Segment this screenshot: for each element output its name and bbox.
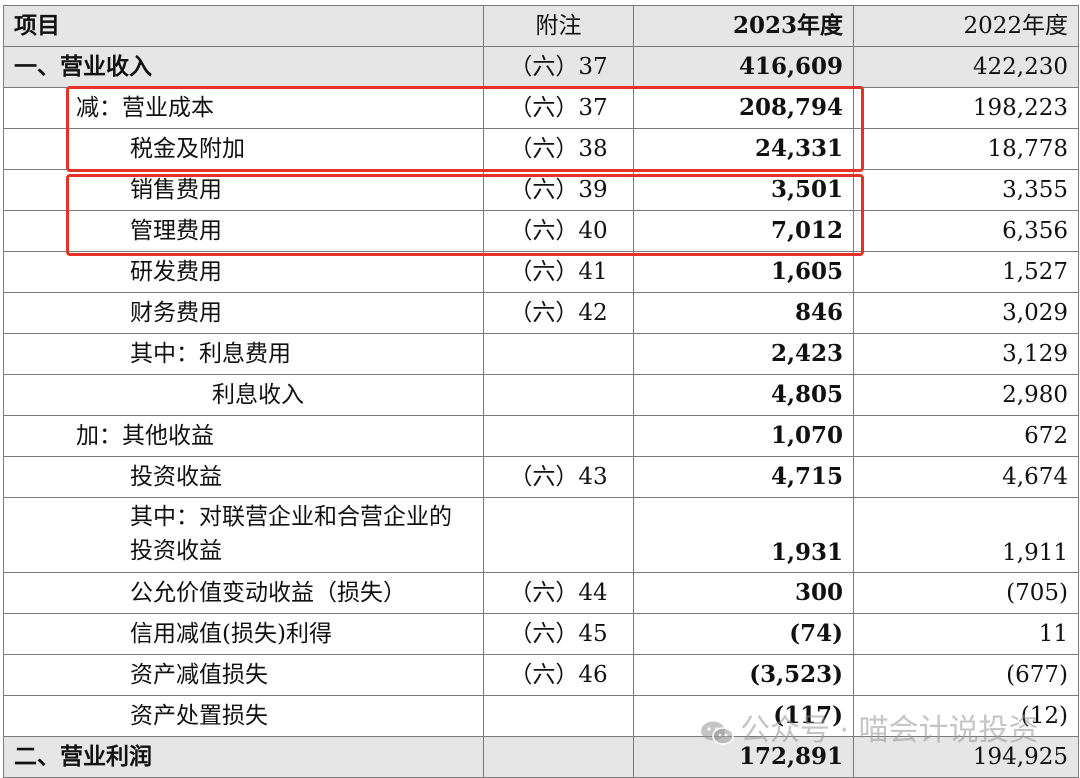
row-note [483, 497, 634, 573]
row-value-2022: 3,129 [853, 333, 1079, 375]
row-note: （六）38 [483, 128, 634, 170]
row-value-2022: 194,925 [853, 736, 1079, 778]
header-note: 附注 [483, 5, 634, 47]
row-note [483, 374, 634, 416]
row-note: （六）39 [483, 169, 634, 211]
row-value-2022: 198,223 [853, 87, 1079, 129]
row-value-2023: 1,605 [633, 251, 854, 293]
row-item: 税金及附加 [3, 128, 484, 170]
table-row: 财务费用 （六）42 846 3,029 [3, 292, 1079, 334]
row-note [483, 415, 634, 457]
row-value-2022: 4,674 [853, 456, 1079, 498]
table-row: 信用减值(损失)利得 （六）45 (74) 11 [3, 613, 1079, 655]
row-value-2023: 2,423 [633, 333, 854, 375]
table-row: 税金及附加 （六）38 24,331 18,778 [3, 128, 1079, 170]
row-value-2023: 4,715 [633, 456, 854, 498]
row-value-2022: 18,778 [853, 128, 1079, 170]
row-note: （六）37 [483, 87, 634, 129]
row-item: 一、营业收入 [3, 46, 484, 88]
row-value-2022: (705) [853, 572, 1079, 614]
row-value-2023: 208,794 [633, 87, 854, 129]
row-value-2023: (117) [633, 695, 854, 737]
table-row: 研发费用 （六）41 1,605 1,527 [3, 251, 1079, 293]
row-value-2022: 6,356 [853, 210, 1079, 252]
table-row: 其中：利息费用 2,423 3,129 [3, 333, 1079, 375]
table-row: 投资收益 （六）43 4,715 4,674 [3, 456, 1079, 498]
row-item: 加：其他收益 [3, 415, 484, 457]
row-value-2023: 1,931 [633, 497, 854, 573]
row-item: 其中：利息费用 [3, 333, 484, 375]
header-item: 项目 [3, 5, 484, 47]
row-value-2022: 3,029 [853, 292, 1079, 334]
row-item: 二、营业利润 [3, 736, 484, 778]
row-value-2023: (74) [633, 613, 854, 655]
table-row: 公允价值变动收益（损失） （六）44 300 (705) [3, 572, 1079, 614]
table-header-row: 项目 附注 2023年度 2022年度 [3, 5, 1079, 47]
row-value-2023: 24,331 [633, 128, 854, 170]
income-statement-table: 项目 附注 2023年度 2022年度 一、营业收入 （六）37 416,609… [3, 5, 1079, 778]
row-note: （六）45 [483, 613, 634, 655]
row-value-2022: (12) [853, 695, 1079, 737]
row-item: 投资收益 [3, 456, 484, 498]
row-note: （六）42 [483, 292, 634, 334]
row-value-2023: 172,891 [633, 736, 854, 778]
row-note: （六）41 [483, 251, 634, 293]
table-row: 利息收入 4,805 2,980 [3, 374, 1079, 416]
row-item: 公允价值变动收益（损失） [3, 572, 484, 614]
table-row: 二、营业利润 172,891 194,925 [3, 736, 1079, 778]
row-item: 信用减值(损失)利得 [3, 613, 484, 655]
row-value-2023: (3,523) [633, 654, 854, 696]
row-item: 减：营业成本 [3, 87, 484, 129]
row-note [483, 333, 634, 375]
row-value-2023: 7,012 [633, 210, 854, 252]
row-value-2022: 672 [853, 415, 1079, 457]
table-row: 一、营业收入 （六）37 416,609 422,230 [3, 46, 1079, 88]
row-item: 管理费用 [3, 210, 484, 252]
row-value-2023: 416,609 [633, 46, 854, 88]
row-item: 资产处置损失 [3, 695, 484, 737]
row-value-2023: 3,501 [633, 169, 854, 211]
row-value-2023: 4,805 [633, 374, 854, 416]
row-item: 资产减值损失 [3, 654, 484, 696]
row-item: 财务费用 [3, 292, 484, 334]
row-value-2022: 3,355 [853, 169, 1079, 211]
row-note [483, 695, 634, 737]
table-row: 加：其他收益 1,070 672 [3, 415, 1079, 457]
row-item: 研发费用 [3, 251, 484, 293]
table-row: 管理费用 （六）40 7,012 6,356 [3, 210, 1079, 252]
table-row: 销售费用 （六）39 3,501 3,355 [3, 169, 1079, 211]
row-value-2022: (677) [853, 654, 1079, 696]
table-row: 减：营业成本 （六）37 208,794 198,223 [3, 87, 1079, 129]
table-row: 资产减值损失 （六）46 (3,523) (677) [3, 654, 1079, 696]
row-note [483, 736, 634, 778]
row-value-2022: 1,527 [853, 251, 1079, 293]
row-value-2022: 2,980 [853, 374, 1079, 416]
header-2023: 2023年度 [633, 5, 854, 47]
row-note: （六）46 [483, 654, 634, 696]
row-item: 销售费用 [3, 169, 484, 211]
row-value-2022: 422,230 [853, 46, 1079, 88]
row-value-2023: 300 [633, 572, 854, 614]
row-note: （六）40 [483, 210, 634, 252]
row-note: （六）44 [483, 572, 634, 614]
header-2022: 2022年度 [853, 5, 1079, 47]
row-value-2022: 1,911 [853, 497, 1079, 573]
row-value-2023: 1,070 [633, 415, 854, 457]
row-note: （六）37 [483, 46, 634, 88]
row-item: 其中：对联营企业和合营企业的投资收益 [3, 497, 484, 573]
table-row: 其中：对联营企业和合营企业的投资收益 1,931 1,911 [3, 497, 1079, 573]
row-value-2023: 846 [633, 292, 854, 334]
row-value-2022: 11 [853, 613, 1079, 655]
row-item: 利息收入 [3, 374, 484, 416]
table-row: 资产处置损失 (117) (12) [3, 695, 1079, 737]
row-note: （六）43 [483, 456, 634, 498]
